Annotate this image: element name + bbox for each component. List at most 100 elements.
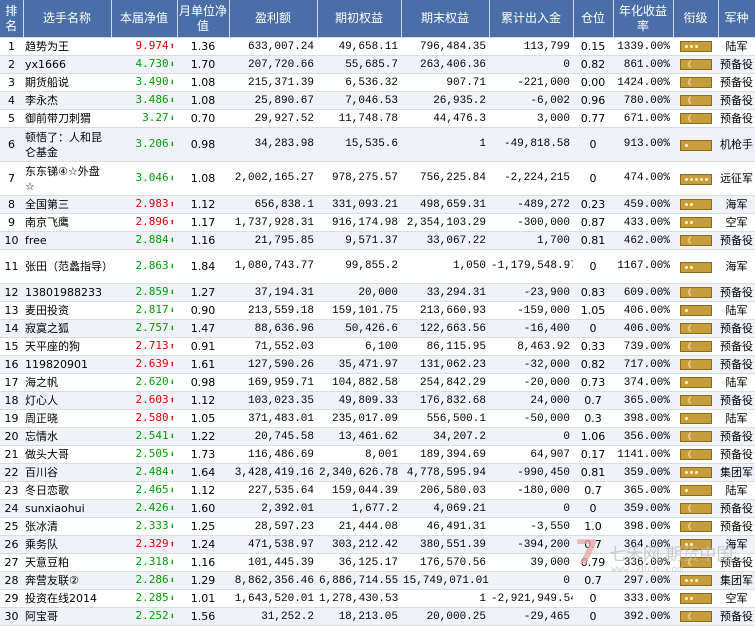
player-name[interactable]: 乘务队 [23, 535, 111, 554]
player-name[interactable]: 顿悟了：人和昆仑基金 [23, 127, 111, 162]
col-header-name[interactable]: 选手名称 [23, 0, 112, 38]
player-name[interactable]: 张冰清 [23, 517, 111, 536]
profit-cell: 31,252.2 [229, 607, 317, 626]
player-name[interactable]: 投资在线2014 [23, 589, 111, 608]
monthly-nav-cell: 1.47 [177, 319, 229, 338]
start-equity-cell: 7,046.53 [317, 91, 401, 110]
player-name[interactable]: 东东锑④☆外盘☆ [23, 161, 111, 196]
col-header-branch[interactable]: 军种 [718, 0, 755, 38]
player-name[interactable]: 寂寞之狐 [23, 319, 111, 338]
table-row[interactable]: 13 麦田投资 2.817⬇ 0.90 213,559.18 159,101.75 213,… [0, 301, 755, 320]
table-row[interactable]: 18 灯心人 2.603⬆ 1.12 103,023.35 49,809.33 176,83… [0, 391, 755, 410]
table-row[interactable]: 1 趋势为王 9.974⬆ 1.36 633,007.24 49,658.11 796,48… [0, 37, 755, 56]
player-name[interactable]: 冬日恋歌 [23, 481, 111, 500]
position-cell: 1.05 [573, 301, 613, 320]
table-row[interactable]: 15 天平座的狗 2.713⬆ 0.91 71,552.03 6,100 86,115.95… [0, 337, 755, 356]
player-name[interactable]: 御前带刀刺猬 [23, 109, 111, 128]
insignia-cell: 《 [673, 391, 718, 410]
table-row[interactable]: 6 顿悟了：人和昆仑基金 3.206⬇ 0.98 34,283.98 15,535.6 1-… [0, 127, 755, 162]
table-row[interactable]: 8 全国第三 2.983⬆ 1.12 656,838.1 331,093.21 498,65… [0, 195, 755, 214]
nav-value: 4.730 [135, 57, 169, 70]
table-row[interactable]: 30 阿宝哥 2.252⬇ 1.56 31,252.2 18,213.05 20,000.2… [0, 607, 755, 626]
nav-cell: 2.713⬆ [111, 337, 177, 356]
reserve-chevron-icon: 《 [679, 611, 712, 622]
table-row[interactable]: 22 百川谷 2.484⬇ 1.64 3,428,419.16 2,340,626.78 4… [0, 463, 755, 482]
nav-value: 2.505 [135, 447, 169, 460]
nav-cell: 2.329⬆ [111, 535, 177, 554]
cash-flow-cell: -300,000 [489, 213, 573, 232]
end-equity-cell: 1 [401, 589, 489, 608]
table-row[interactable]: 10 free 2.884⬇ 1.16 21,795.85 9,571.37 33,067.… [0, 231, 755, 250]
col-header-position[interactable]: 仓位 [573, 0, 614, 38]
player-name[interactable]: 周正晓 [23, 409, 111, 428]
profit-cell: 71,552.03 [229, 337, 317, 356]
branch-cell: 陆军 [718, 301, 755, 320]
player-name[interactable]: 全国第三 [23, 195, 111, 214]
player-name[interactable]: 天意豆粕 [23, 553, 111, 572]
col-header-rank-insignia[interactable]: 衔级 [673, 0, 719, 38]
chevron-left-icon: 《 [683, 432, 692, 441]
annual-return-cell: 365.00% [613, 391, 673, 410]
table-row[interactable]: 2 yx1666 4.730⬇ 1.70 207,720.66 55,685.7 263,4… [0, 55, 755, 74]
table-row[interactable]: 12 13801988233 2.859⬇ 1.27 37,194.31 20,000 33… [0, 283, 755, 302]
col-header-annual-return[interactable]: 年化收益率 [613, 0, 674, 38]
table-row[interactable]: 20 忘情水 2.541⬇ 1.22 20,745.58 13,461.62 34,207.… [0, 427, 755, 446]
player-name[interactable]: 忘情水 [23, 427, 111, 446]
player-name[interactable]: yx1666 [23, 55, 111, 74]
table-row[interactable]: 14 寂寞之狐 2.757⬇ 1.47 88,636.96 50,426.6 122,663… [0, 319, 755, 338]
trend-up-icon: ⬆ [169, 42, 175, 52]
table-row[interactable]: 23 冬日恋歌 2.465⬇ 1.12 227,535.64 159,044.39 206,… [0, 481, 755, 500]
col-header-end-equity[interactable]: 期末权益 [401, 0, 490, 38]
player-name[interactable]: 张田（范蠡指导） [23, 249, 111, 284]
star-dot-icon [689, 597, 693, 600]
nav-value: 3.206 [135, 137, 169, 150]
table-row[interactable]: 7 东东锑④☆外盘☆ 3.046⬇ 1.08 2,002,165.27 978,275.5… [0, 161, 755, 196]
table-row[interactable]: 5 御前带刀刺猬 3.27⬇ 0.70 29,927.52 11,748.78 44,476… [0, 109, 755, 128]
monthly-nav-cell: 1.36 [177, 37, 229, 56]
table-row[interactable]: 11 张田（范蠡指导） 2.863⬇ 1.84 1,080,743.77 99,855.2… [0, 249, 755, 284]
monthly-nav-cell: 1.24 [177, 535, 229, 554]
player-name[interactable]: 海之帆 [23, 373, 111, 392]
table-row[interactable]: 3 期货船说 3.490⬇ 1.08 215,371.39 6,536.32 907.71-… [0, 73, 755, 92]
start-equity-cell: 2,340,626.78 [317, 463, 401, 482]
chevron-left-icon: 《 [683, 114, 692, 123]
col-header-nav[interactable]: 本届净值 [111, 0, 178, 38]
trend-down-icon: ⬇ [169, 140, 175, 150]
rank-cell: 28 [0, 571, 23, 590]
table-row[interactable]: 17 海之帆 2.620⬇ 0.98 169,959.71 104,882.58 254,8… [0, 373, 755, 392]
annual-return-cell: 462.00% [613, 231, 673, 250]
col-header-cash-flow[interactable]: 累计出入金 [489, 0, 574, 38]
table-row[interactable]: 19 周正晓 2.580⬆ 1.05 371,483.01 235,017.09 556,5… [0, 409, 755, 428]
table-row[interactable]: 24 sunxiaohui 2.426⬇ 1.60 2,392.01 1,677.2 4,0… [0, 499, 755, 518]
table-row[interactable]: 21 做头大哥 2.505⬇ 1.73 116,486.69 8,001 189,394.6… [0, 445, 755, 464]
player-name[interactable]: 119820901 [23, 355, 111, 374]
col-header-monthly-nav[interactable]: 月单位净值 [177, 0, 230, 38]
player-name[interactable]: 麦田投资 [23, 301, 111, 320]
table-row[interactable]: 4 李永杰 3.486⬇ 1.08 25,890.67 7,046.53 26,935.2-… [0, 91, 755, 110]
player-name[interactable]: 李永杰 [23, 91, 111, 110]
col-header-profit[interactable]: 盈利额 [229, 0, 318, 38]
chevron-left-icon: 《 [683, 60, 692, 69]
end-equity-cell: 4,778,595.94 [401, 463, 489, 482]
player-name[interactable]: 做头大哥 [23, 445, 111, 464]
table-row[interactable]: 16 119820901 2.639⬆ 1.61 127,590.26 35,471.97… [0, 355, 755, 374]
player-name[interactable]: 天平座的狗 [23, 337, 111, 356]
player-name[interactable]: 阿宝哥 [23, 607, 111, 626]
player-name[interactable]: 期货船说 [23, 73, 111, 92]
player-name[interactable]: sunxiaohui [23, 499, 111, 518]
player-name[interactable]: 百川谷 [23, 463, 111, 482]
col-header-start-equity[interactable]: 期初权益 [317, 0, 402, 38]
player-name[interactable]: 奔营友联② [23, 571, 111, 590]
chevron-left-icon: 《 [683, 324, 692, 333]
table-row[interactable]: 29 投资在线2014 2.285⬇ 1.01 1,643,520.01 1,278,43… [0, 589, 755, 608]
start-equity-cell: 1,278,430.53 [317, 589, 401, 608]
player-name[interactable]: 13801988233 [23, 283, 111, 302]
start-equity-cell: 36,125.17 [317, 553, 401, 572]
player-name[interactable]: free [23, 231, 111, 250]
player-name[interactable]: 趋势为王 [23, 37, 111, 56]
player-name[interactable]: 灯心人 [23, 391, 111, 410]
table-row[interactable]: 9 南京飞鹰 2.896⬆ 1.17 1,737,928.31 916,174.98 2,3… [0, 213, 755, 232]
player-name[interactable]: 南京飞鹰 [23, 213, 111, 232]
col-header-rank[interactable]: 排名 [0, 0, 24, 38]
insignia-cell: 《 [673, 607, 718, 626]
